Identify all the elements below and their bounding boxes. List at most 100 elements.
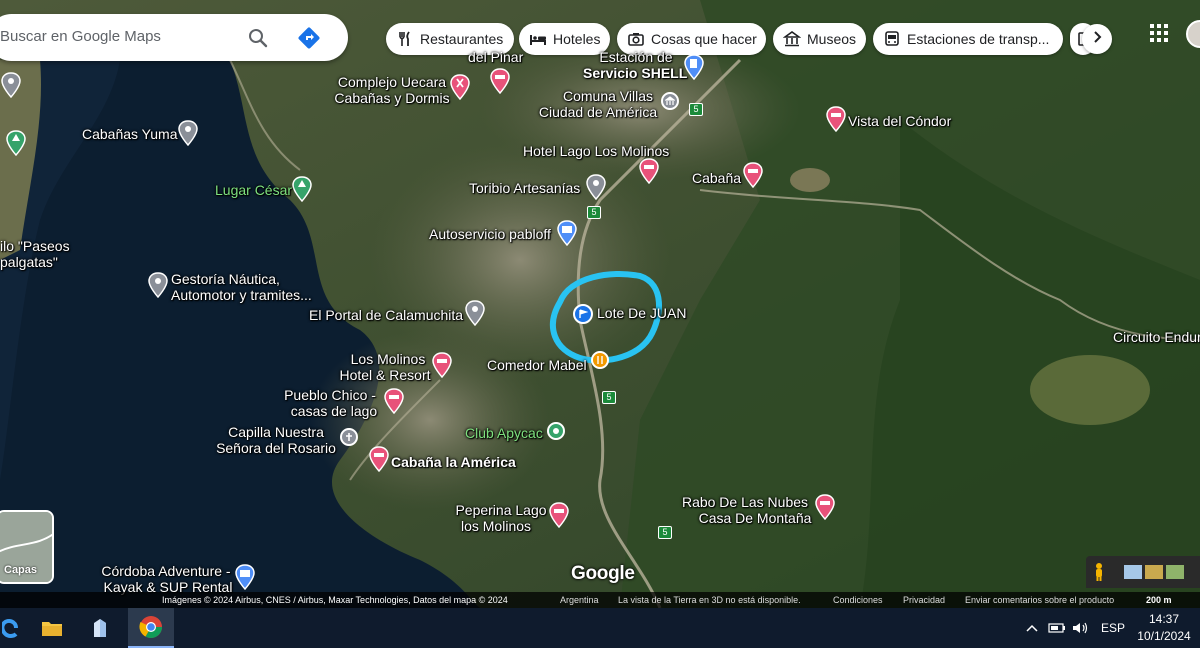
app-icon[interactable] — [84, 608, 116, 648]
file-explorer-icon[interactable] — [36, 608, 68, 648]
battery-icon[interactable] — [1048, 608, 1066, 648]
map-label[interactable]: casas de lago — [284, 403, 384, 419]
country-label: Argentina — [560, 595, 599, 605]
restaurant-icon[interactable] — [591, 351, 609, 369]
imagery-credit: Imágenes © 2024 Airbus, CNES / Airbus, M… — [162, 595, 508, 605]
apps-grid-icon[interactable] — [1148, 22, 1170, 44]
chip-label: Hoteles — [553, 31, 601, 47]
route-shield: 5 — [587, 206, 601, 219]
show-hidden-icons-icon[interactable] — [1026, 608, 1038, 648]
map-label[interactable]: Capilla Nuestra — [216, 424, 336, 440]
bus-icon — [883, 30, 901, 48]
map-label[interactable]: Complejo Uecara — [332, 74, 452, 90]
hotel-pin-icon[interactable] — [384, 388, 404, 414]
map-label[interactable]: Autoservicio pabloff — [429, 226, 551, 242]
feedback-link[interactable]: Enviar comentarios sobre el producto — [965, 595, 1114, 605]
fork-knife-icon — [396, 30, 414, 48]
system-clock[interactable]: 14:37 10/1/2024 — [1132, 611, 1196, 645]
directions-icon[interactable] — [296, 25, 322, 51]
imagery-thumb-icon[interactable] — [1124, 565, 1142, 579]
clock-date: 10/1/2024 — [1137, 629, 1191, 643]
privacy-link[interactable]: Privacidad — [903, 595, 945, 605]
food-pin-icon[interactable] — [450, 74, 470, 100]
map-label[interactable]: Comedor Mabel — [487, 357, 587, 373]
hotel-pin-icon[interactable] — [490, 68, 510, 94]
map-label[interactable]: Circuito Endur — [1113, 329, 1200, 345]
language-indicator[interactable]: ESP — [1101, 608, 1125, 648]
map-label[interactable]: palgatas" — [0, 254, 58, 270]
map-label[interactable]: Comuna Villas — [548, 88, 668, 104]
map-label[interactable]: Toribio Artesanías — [469, 180, 580, 196]
search-icon[interactable] — [246, 26, 270, 50]
museum-icon — [783, 30, 801, 48]
map-label[interactable]: ilo "Paseos — [0, 238, 70, 254]
route-shield: 5 — [602, 391, 616, 404]
chip-label: Cosas que hacer — [651, 31, 757, 47]
hotel-pin-icon[interactable] — [826, 106, 846, 132]
map-label[interactable]: Automotor y tramites... — [171, 287, 312, 303]
hotel-pin-icon[interactable] — [743, 162, 763, 188]
map-label[interactable]: Hotel Lago Los Molinos — [523, 143, 669, 159]
attribution-bar: Imágenes © 2024 Airbus, CNES / Airbus, M… — [0, 592, 1200, 608]
map-label-lote-de-juan[interactable]: Lote De JUAN — [597, 305, 686, 321]
map-label[interactable]: Señora del Rosario — [206, 440, 346, 456]
landmark-pin-icon[interactable] — [465, 300, 485, 326]
camera-icon — [627, 30, 645, 48]
chip-label: Estaciones de transp... — [907, 31, 1050, 47]
edge-icon[interactable] — [0, 608, 20, 648]
landmark-pin-icon[interactable] — [586, 174, 606, 200]
map-label[interactable]: Cabañas Yuma — [82, 126, 177, 142]
map-label[interactable]: Ciudad de América — [528, 104, 668, 120]
layers-label: Capas — [4, 564, 38, 576]
map-label[interactable]: Servicio SHELL — [583, 65, 687, 81]
google-logo: Google — [571, 563, 635, 584]
map-thumb-icon[interactable] — [1166, 565, 1184, 579]
chips-scroll-right-button[interactable] — [1082, 24, 1112, 54]
chrome-icon[interactable] — [128, 608, 174, 648]
terrain-thumb-icon[interactable] — [1145, 565, 1163, 579]
map-label[interactable]: El Portal de Calamuchita — [309, 307, 463, 323]
map-label[interactable]: Estación de — [596, 49, 676, 65]
map-label[interactable]: Peperina Lago — [446, 502, 556, 518]
hotel-pin-icon[interactable] — [369, 446, 389, 472]
chip-museos[interactable]: Museos — [773, 23, 866, 55]
landmark-pin-icon[interactable] — [178, 120, 198, 146]
scale-bar[interactable]: 200 m — [1146, 595, 1172, 605]
flag-marker-icon[interactable] — [573, 304, 593, 324]
map-label[interactable]: los Molinos — [456, 518, 536, 534]
map-label[interactable]: Córdoba Adventure - — [96, 563, 236, 579]
clock-time: 14:37 — [1148, 612, 1180, 626]
route-shield: 5 — [658, 526, 672, 539]
map-label[interactable]: Cabaña — [692, 170, 741, 186]
chip-estaciones-de-transporte[interactable]: Estaciones de transp... — [873, 23, 1063, 55]
map-controls-strip — [1086, 556, 1200, 588]
terms-link[interactable]: Condiciones — [833, 595, 883, 605]
shopping-pin-icon[interactable] — [557, 220, 577, 246]
map-label[interactable]: Pueblo Chico - — [280, 387, 380, 403]
map-label[interactable]: Gestoría Náutica, — [171, 271, 280, 287]
map-label[interactable]: Cabaña la América — [391, 454, 516, 470]
map-label[interactable]: Los Molinos — [338, 351, 438, 367]
map-label[interactable]: Cabañas y Dormis — [332, 90, 452, 106]
map-label[interactable]: Casa De Montaña — [690, 510, 820, 526]
map-label[interactable]: del Pinar — [468, 49, 523, 65]
hotel-pin-icon[interactable] — [639, 158, 659, 184]
layers-toggle[interactable]: Capas — [0, 510, 54, 584]
map-label[interactable]: Vista del Cóndor — [848, 113, 951, 129]
search-box[interactable]: Buscar en Google Maps — [0, 14, 348, 61]
park-pin-icon[interactable] — [292, 176, 312, 202]
park-pin-icon[interactable] — [6, 130, 26, 156]
map-label[interactable]: Rabo De Las Nubes — [680, 494, 810, 510]
chevron-right-icon — [1090, 30, 1104, 49]
search-input[interactable]: Buscar en Google Maps — [0, 28, 161, 45]
map-label[interactable]: Club Apycac — [465, 425, 543, 441]
pegman-icon[interactable] — [1092, 562, 1106, 587]
map-label[interactable]: Lugar César — [215, 182, 292, 198]
windows-taskbar: ESP 14:37 10/1/2024 — [0, 608, 1200, 648]
volume-icon[interactable] — [1072, 608, 1090, 648]
landmark-pin-icon[interactable] — [1, 72, 21, 98]
landmark-pin-icon[interactable] — [148, 272, 168, 298]
bed-icon — [529, 30, 547, 48]
map-label[interactable]: Hotel & Resort — [332, 367, 438, 383]
club-icon[interactable] — [547, 422, 565, 440]
